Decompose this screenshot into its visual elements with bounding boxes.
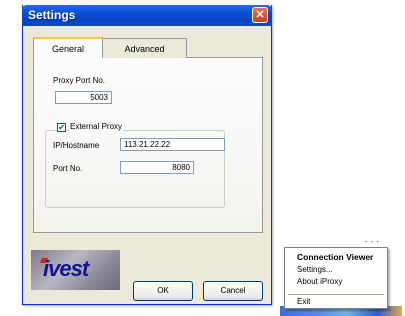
proxy-port-label: Proxy Port No. [53,76,106,85]
title-bar[interactable]: Settings ✕ [22,5,272,26]
external-proxy-checkbox[interactable]: ✔ [57,123,66,132]
menu-item-connection-viewer[interactable]: Connection Viewer [297,252,373,262]
menu-item-about[interactable]: About iProxy [297,277,342,286]
tab-general[interactable]: General [33,37,103,58]
hostname-input[interactable]: 113.21.22.22 [120,138,225,151]
settings-window: Settings ✕ General Advanced Proxy Port N… [22,5,272,305]
external-proxy-label: External Proxy [69,122,124,131]
tray-context-menu: Connection Viewer Settings... About iPro… [284,247,388,309]
logo-text: ivest [43,256,89,281]
close-button[interactable]: ✕ [252,7,268,23]
close-icon: ✕ [255,9,265,21]
cancel-button[interactable]: Cancel [203,281,263,301]
port-label: Port No. [53,164,83,173]
checkmark-icon: ✔ [58,123,65,132]
proxy-port-input[interactable]: 5003 [55,91,112,104]
hostname-label: IP/Hostname [53,141,100,150]
menu-separator [288,294,384,295]
window-title: Settings [28,8,76,22]
menu-item-settings[interactable]: Settings... [297,265,333,274]
ivest-logo: ivest [31,250,120,290]
tab-advanced[interactable]: Advanced [103,38,187,58]
menu-item-exit[interactable]: Exit [297,297,310,306]
ok-button[interactable]: OK [133,281,193,301]
port-input[interactable]: 8080 [120,161,194,174]
tray-overflow-dots: • • • [365,240,380,246]
